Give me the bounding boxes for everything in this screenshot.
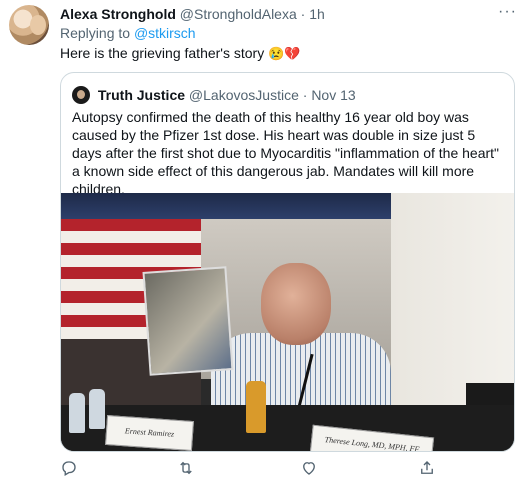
avatar[interactable] [9, 5, 49, 45]
like-icon[interactable] [300, 459, 320, 479]
more-options-icon[interactable]: ··· [498, 3, 517, 21]
media-water-bottle [69, 393, 85, 433]
media-water-bottle [89, 389, 105, 429]
timestamp[interactable]: 1h [309, 6, 325, 22]
media-screen [61, 193, 391, 219]
quoted-separator: · [302, 87, 308, 103]
tweet-text: Here is the grieving father's story 😢💔 [60, 44, 300, 63]
separator: · [300, 6, 306, 22]
tweet-header: Alexa Stronghold @StrongholdAlexa · 1h [60, 6, 325, 22]
quoted-media-image[interactable]: Ernest Ramirez Therese Long, MD, MPH, FF [61, 193, 514, 451]
reply-icon[interactable] [60, 459, 80, 479]
quoted-author-name[interactable]: Truth Justice [98, 87, 185, 103]
replying-prefix: Replying to [60, 25, 131, 41]
quoted-tweet[interactable]: Truth Justice @LakovosJustice · Nov 13 A… [60, 72, 515, 452]
quoted-author-handle[interactable]: @LakovosJustice [189, 87, 299, 103]
quoted-tweet-header: Truth Justice @LakovosJustice · Nov 13 [72, 86, 356, 104]
replying-handle-link[interactable]: @stkirsch [134, 25, 196, 41]
quoted-date[interactable]: Nov 13 [311, 87, 355, 103]
share-icon[interactable] [418, 459, 438, 479]
quoted-avatar[interactable] [72, 86, 90, 104]
author-handle[interactable]: @StrongholdAlexa [180, 6, 297, 22]
retweet-icon[interactable] [177, 459, 197, 479]
tweet-emojis: 😢💔 [268, 46, 301, 61]
author-name[interactable]: Alexa Stronghold [60, 6, 176, 22]
tweet-actions [60, 459, 515, 479]
media-held-photo [142, 266, 234, 376]
media-nameplate: Ernest Ramirez [105, 415, 194, 451]
replying-to: Replying to @stkirsch [60, 25, 196, 41]
media-juice-bottle [246, 381, 266, 433]
quoted-tweet-text: Autopsy confirmed the death of this heal… [72, 109, 500, 197]
tweet-text-content: Here is the grieving father's story [60, 45, 265, 61]
tweet[interactable]: Alexa Stronghold @StrongholdAlexa · 1h ·… [0, 0, 531, 485]
